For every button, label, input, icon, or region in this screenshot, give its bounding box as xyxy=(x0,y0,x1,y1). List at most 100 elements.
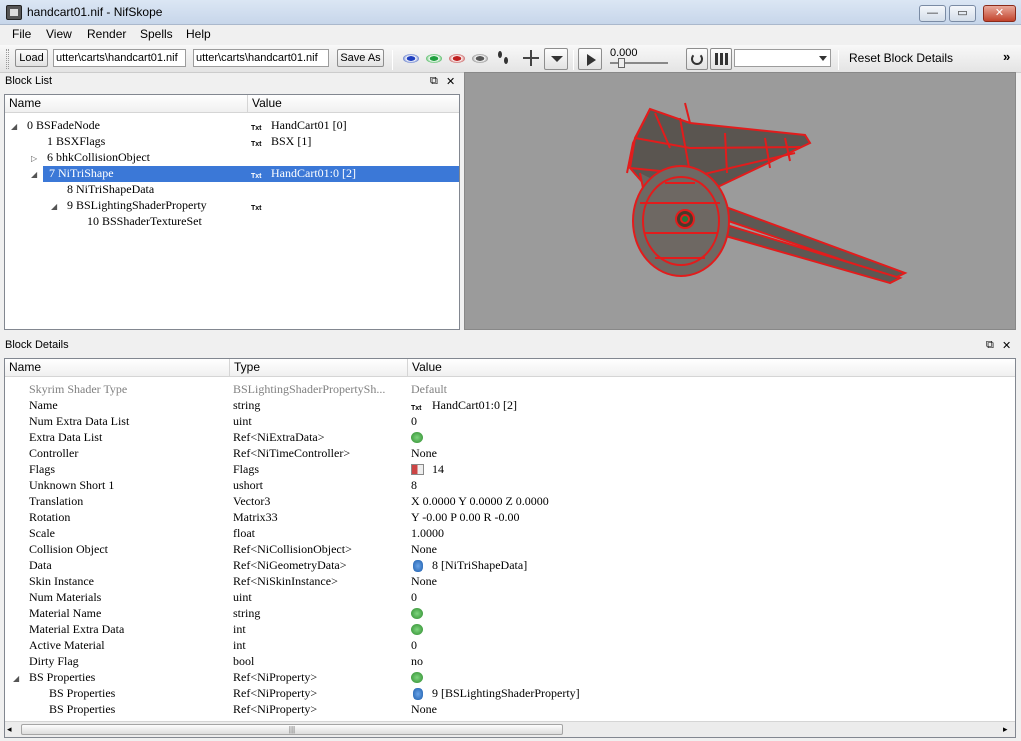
block-list-row[interactable]: ◢ 9 BSLightingShaderProperty Txt xyxy=(5,198,459,214)
detail-row[interactable]: Unknown Short 1 ushort 8 xyxy=(5,478,1015,494)
reference-icon[interactable] xyxy=(413,560,423,572)
toolbar-overflow-button[interactable]: » xyxy=(1003,49,1010,64)
col-value-header[interactable]: Value xyxy=(407,359,442,376)
detail-value[interactable]: no xyxy=(411,654,423,669)
detail-value[interactable]: 8 xyxy=(411,478,417,493)
block-details-panel: Name Type Value Skyrim Shader Type BSLigh… xyxy=(4,358,1016,738)
col-name-header[interactable]: Name xyxy=(9,359,41,376)
view-eye-green-icon[interactable] xyxy=(426,54,442,63)
col-value-header[interactable]: Value xyxy=(247,95,282,112)
detail-value[interactable]: None xyxy=(411,542,437,557)
horizontal-scrollbar[interactable]: ◂ ||| ▸ xyxy=(5,721,1015,737)
detail-row[interactable]: Num Extra Data List uint 0 xyxy=(5,414,1015,430)
detail-value[interactable]: 14 xyxy=(432,462,444,477)
detail-row[interactable]: ◢ BS Properties Ref<NiProperty> xyxy=(5,670,1015,686)
view-dropdown-button[interactable] xyxy=(544,48,568,70)
scroll-left-icon[interactable]: ◂ xyxy=(7,724,12,735)
render-viewport[interactable] xyxy=(464,72,1016,330)
detail-row[interactable]: Collision Object Ref<NiCollisionObject> No… xyxy=(5,542,1015,558)
link-icon[interactable] xyxy=(411,672,423,683)
detail-row[interactable]: Skin Instance Ref<NiSkinInstance> None xyxy=(5,574,1015,590)
toolbar-grip[interactable] xyxy=(6,49,9,69)
save-path-input[interactable]: utter\carts\handcart01.nif xyxy=(193,49,329,67)
view-eye-grey-icon[interactable] xyxy=(472,54,488,63)
col-type-header[interactable]: Type xyxy=(229,359,260,376)
detail-value[interactable]: HandCart01:0 [2] xyxy=(432,398,517,413)
detail-row[interactable]: Data Ref<NiGeometryData> 8 [NiTriShapeData… xyxy=(5,558,1015,574)
detail-row[interactable]: Name string Txt HandCart01:0 [2] xyxy=(5,398,1015,414)
detail-value[interactable]: 0 xyxy=(411,414,417,429)
link-icon[interactable] xyxy=(411,608,423,619)
block-list-row[interactable]: 1 BSXFlags Txt BSX [1] xyxy=(5,134,459,150)
view-eye-blue-icon[interactable] xyxy=(403,54,419,63)
detail-row[interactable]: Scale float 1.0000 xyxy=(5,526,1015,542)
flag-icon[interactable] xyxy=(411,464,424,475)
switch-animation-button[interactable] xyxy=(710,48,732,70)
float-icon[interactable]: ⧉ xyxy=(430,75,438,88)
detail-value[interactable]: None xyxy=(411,446,437,461)
expand-arrow-icon[interactable]: ◢ xyxy=(13,671,19,686)
save-as-button[interactable]: Save As xyxy=(337,49,384,67)
link-icon[interactable] xyxy=(411,432,423,443)
detail-value[interactable]: 0 xyxy=(411,590,417,605)
close-button[interactable]: ✕ xyxy=(983,5,1016,22)
detail-value[interactable]: None xyxy=(411,702,437,717)
load-path-input[interactable]: utter\carts\handcart01.nif xyxy=(53,49,186,67)
block-list-row[interactable]: ◢ 0 BSFadeNode Txt HandCart01 [0] xyxy=(5,118,459,134)
detail-row[interactable]: Active Material int 0 xyxy=(5,638,1015,654)
menu-spells[interactable]: Spells xyxy=(140,27,173,41)
detail-row[interactable]: Controller Ref<NiTimeController> None xyxy=(5,446,1015,462)
detail-value[interactable]: 8 [NiTriShapeData] xyxy=(432,558,527,573)
col-name-header[interactable]: Name xyxy=(9,95,41,112)
menu-view[interactable]: View xyxy=(46,27,72,41)
detail-row[interactable]: BS Properties Ref<NiProperty> 9 [BSLightin… xyxy=(5,686,1015,702)
loop-button[interactable] xyxy=(686,48,708,70)
menu-render[interactable]: Render xyxy=(87,27,126,41)
expand-arrow-icon[interactable]: ◢ xyxy=(11,119,17,134)
close-dock-icon[interactable]: ✕ xyxy=(1002,339,1011,352)
reference-icon[interactable] xyxy=(413,688,423,700)
time-slider-handle[interactable] xyxy=(618,58,625,68)
expand-arrow-icon[interactable]: ▷ xyxy=(31,151,37,166)
detail-row[interactable]: Extra Data List Ref<NiExtraData> xyxy=(5,430,1015,446)
reset-block-details-button[interactable]: Reset Block Details xyxy=(849,51,953,65)
block-list-row[interactable]: 8 NiTriShapeData xyxy=(5,182,459,198)
detail-value[interactable]: 9 [BSLightingShaderProperty] xyxy=(432,686,580,701)
load-button[interactable]: Load xyxy=(15,49,48,67)
animation-select[interactable] xyxy=(734,49,831,67)
float-icon[interactable]: ⧉ xyxy=(986,339,994,352)
detail-row[interactable]: Skyrim Shader Type BSLightingShaderProper… xyxy=(5,382,1015,398)
maximize-button[interactable]: ▭ xyxy=(949,5,976,22)
detail-value[interactable]: 0 xyxy=(411,638,417,653)
expand-arrow-icon[interactable]: ◢ xyxy=(31,167,37,182)
expand-arrow-icon[interactable]: ◢ xyxy=(51,199,57,214)
detail-value[interactable]: 1.0000 xyxy=(411,526,444,541)
minimize-button[interactable]: — xyxy=(919,5,946,22)
detail-value[interactable]: X 0.0000 Y 0.0000 Z 0.0000 xyxy=(411,494,549,509)
detail-row[interactable]: Translation Vector3 X 0.0000 Y 0.0000 Z 0.… xyxy=(5,494,1015,510)
block-list-row[interactable]: 10 BSShaderTextureSet xyxy=(5,214,459,230)
scrollbar-thumb[interactable]: ||| xyxy=(21,724,563,735)
menu-bar: File View Render Spells Help xyxy=(0,25,1021,45)
view-eye-red-icon[interactable] xyxy=(449,54,465,63)
detail-row[interactable]: Material Extra Data int xyxy=(5,622,1015,638)
detail-row[interactable]: Rotation Matrix33 Y -0.00 P 0.00 R -0.00 xyxy=(5,510,1015,526)
detail-row[interactable]: Dirty Flag bool no xyxy=(5,654,1015,670)
detail-row[interactable]: BS Properties Ref<NiProperty> None xyxy=(5,702,1015,718)
detail-value[interactable]: Default xyxy=(411,382,447,397)
detail-row[interactable]: Flags Flags 14 xyxy=(5,462,1015,478)
link-icon[interactable] xyxy=(411,624,423,635)
footprints-icon[interactable] xyxy=(497,50,509,66)
menu-help[interactable]: Help xyxy=(186,27,211,41)
detail-value[interactable]: Y -0.00 P 0.00 R -0.00 xyxy=(411,510,519,525)
detail-value[interactable]: None xyxy=(411,574,437,589)
scroll-right-icon[interactable]: ▸ xyxy=(1003,724,1008,735)
block-list-row[interactable]: ▷ 6 bhkCollisionObject xyxy=(5,150,459,166)
play-button[interactable] xyxy=(578,48,602,70)
close-dock-icon[interactable]: ✕ xyxy=(446,75,455,88)
detail-row[interactable]: Num Materials uint 0 xyxy=(5,590,1015,606)
axes-icon[interactable] xyxy=(521,50,541,66)
detail-row[interactable]: Material Name string xyxy=(5,606,1015,622)
block-list-row[interactable]: ◢ 7 NiTriShape Txt HandCart01:0 [2] xyxy=(5,166,459,182)
menu-file[interactable]: File xyxy=(12,27,31,41)
